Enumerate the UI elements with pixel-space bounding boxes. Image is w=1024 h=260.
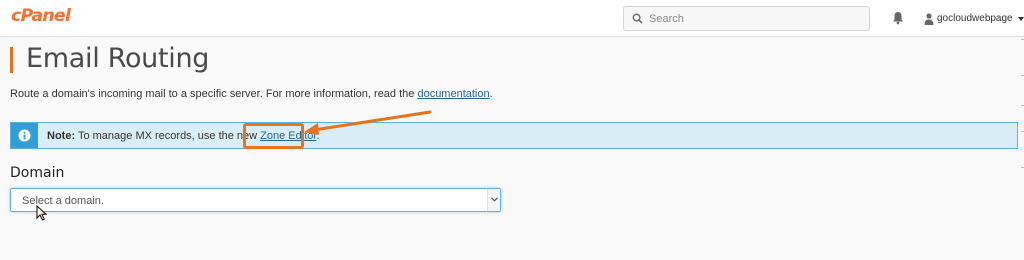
documentation-link[interactable]: documentation (417, 88, 489, 100)
mouse-cursor-icon (36, 205, 48, 221)
annotation-highlight-box (243, 123, 304, 149)
search-input[interactable] (649, 10, 859, 28)
info-icon-cell (11, 123, 38, 148)
info-callout: Note: To manage MX records, use the new … (10, 122, 1018, 149)
info-icon (18, 129, 31, 142)
top-navbar: cPanel gocloudwebpage (0, 0, 1024, 37)
description-suffix: . (489, 88, 493, 100)
title-accent-bar (10, 47, 13, 73)
select-toggle[interactable] (487, 189, 500, 211)
annotation-arrow (304, 110, 432, 135)
domain-select-value: Select a domain. (22, 195, 104, 207)
note-message: To manage MX records, use the new (75, 130, 261, 142)
domain-label: Domain (10, 165, 65, 181)
caret-down-icon (1017, 16, 1024, 21)
bell-icon[interactable] (892, 11, 904, 25)
search-box[interactable] (623, 6, 870, 31)
user-menu[interactable]: gocloudwebpage (924, 11, 1024, 26)
page-title: Email Routing (26, 43, 210, 74)
page-description: Route a domain's incoming mail to a spec… (10, 88, 493, 100)
cpanel-logo[interactable]: cPanel (11, 6, 71, 26)
domain-select[interactable]: Select a domain. (10, 188, 501, 212)
user-icon (924, 12, 934, 25)
search-icon (632, 13, 643, 24)
description-text: Route a domain's incoming mail to a spec… (10, 88, 418, 100)
chevron-down-icon (491, 197, 498, 202)
note-label: Note: (47, 130, 76, 142)
username: gocloudwebpage (937, 13, 1013, 24)
